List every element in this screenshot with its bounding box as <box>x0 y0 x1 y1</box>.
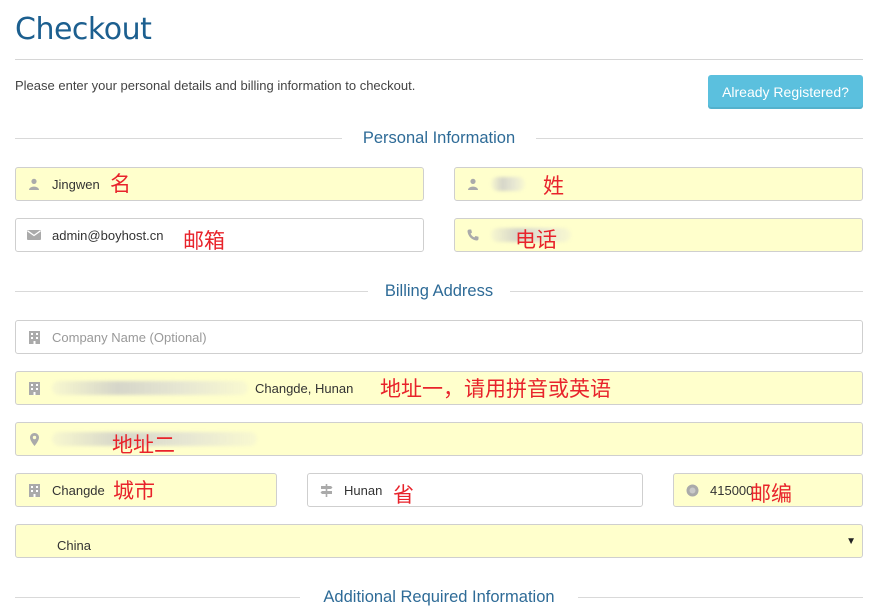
section-heading: Personal Information <box>362 129 516 147</box>
annotation-first-name: 名 <box>110 172 131 196</box>
user-icon <box>455 178 491 190</box>
section-heading: Billing Address <box>384 282 494 300</box>
phone-icon <box>455 229 491 241</box>
building-icon <box>16 483 52 497</box>
state-field[interactable]: Hunan <box>307 473 643 507</box>
envelope-icon <box>16 230 52 240</box>
building-icon <box>16 330 52 344</box>
company-name-field[interactable]: Company Name (Optional) <box>15 320 863 354</box>
last-name-field[interactable] <box>454 167 863 201</box>
section-billing-address: Billing Address <box>15 281 863 301</box>
company-name-placeholder: Company Name (Optional) <box>52 329 207 345</box>
section-personal-information: Personal Information <box>15 128 863 148</box>
annotation-city: 城市 <box>113 479 155 503</box>
caret-down-icon: ▼ <box>846 536 856 547</box>
signpost-icon <box>308 483 344 497</box>
city-value: Changde <box>52 482 105 498</box>
country-select[interactable]: China ▼ <box>15 524 863 558</box>
country-value: China <box>57 537 91 553</box>
annotation-state: 省 <box>393 483 414 507</box>
annotation-email: 邮箱 <box>183 229 225 253</box>
building-icon <box>16 381 52 395</box>
section-heading: Additional Required Information <box>323 588 555 606</box>
title-divider <box>15 59 863 60</box>
redacted-street <box>52 381 248 395</box>
email-value: admin@boyhost.cn <box>52 227 164 243</box>
address-line1-value: Changde, Hunan <box>255 380 354 396</box>
first-name-field[interactable]: Jingwen <box>15 167 424 201</box>
intro-text: Please enter your personal details and b… <box>15 78 416 93</box>
first-name-value: Jingwen <box>52 176 100 192</box>
redacted-last-name <box>491 177 525 191</box>
postcode-value: 415000 <box>710 482 754 498</box>
map-marker-icon <box>16 432 52 446</box>
annotation-address1: 地址一，请用拼音或英语 <box>380 377 611 401</box>
user-icon <box>16 178 52 190</box>
already-registered-button[interactable]: Already Registered? <box>708 75 863 109</box>
annotation-last-name: 姓 <box>543 174 564 198</box>
state-value: Hunan <box>344 482 383 498</box>
annotation-phone: 电话 <box>515 228 557 252</box>
annotation-address2: 地址二 <box>112 433 175 457</box>
section-additional-information: Additional Required Information <box>15 587 863 607</box>
annotation-postcode: 邮编 <box>750 482 792 506</box>
page-title: Checkout <box>15 12 152 47</box>
certificate-icon <box>674 484 710 497</box>
